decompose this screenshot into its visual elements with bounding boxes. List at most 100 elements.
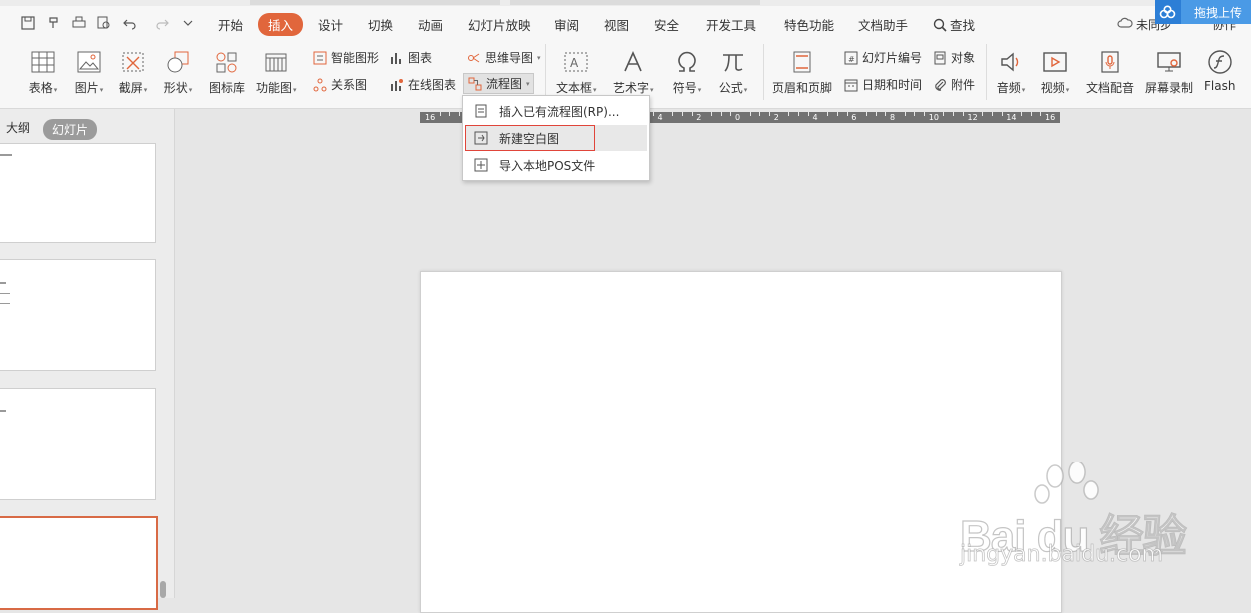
- doc-voice-tool[interactable]: 文档配音: [1086, 47, 1134, 96]
- redo-icon[interactable]: [153, 14, 171, 32]
- ruler-tick: [875, 112, 877, 116]
- search-button[interactable]: 查找: [933, 15, 975, 34]
- highlight-box: [465, 125, 595, 151]
- cloud-upload-icon: [1155, 0, 1181, 24]
- menu-animation[interactable]: 动画: [418, 15, 443, 34]
- tab-slides[interactable]: 幻灯片: [43, 119, 98, 140]
- save-icon[interactable]: [19, 14, 37, 32]
- ruler-tick: [865, 112, 867, 116]
- function-chart-icon: [261, 47, 291, 77]
- ruler-tick: [720, 112, 722, 116]
- print-preview-icon[interactable]: [95, 14, 113, 32]
- tab-outline[interactable]: 大纲: [6, 119, 30, 136]
- menu-item-new-blank[interactable]: 新建空白图: [465, 125, 647, 151]
- symbol-tool[interactable]: 符号▾: [672, 47, 702, 96]
- mind-map-tool[interactable]: 思维导图 ▾: [466, 49, 541, 66]
- upload-button[interactable]: 拖拽上传: [1155, 0, 1251, 24]
- icon-library-icon: [212, 47, 242, 77]
- thumb-text-line: [0, 293, 10, 294]
- table-icon: [28, 47, 58, 77]
- menu-item-label: 导入本地POS文件: [499, 158, 596, 173]
- ruler-label: 16: [1045, 113, 1056, 122]
- slide-number-tool[interactable]: # 幻灯片编号: [843, 49, 922, 66]
- ruler-tick: [439, 112, 441, 116]
- screenshot-dropdown-icon: ▾: [143, 86, 148, 94]
- picture-icon: [74, 47, 104, 77]
- menu-insert[interactable]: 插入: [258, 13, 304, 36]
- icon-library-label: 图标库: [209, 81, 246, 95]
- art-text-tool[interactable]: 艺术字▾: [613, 47, 654, 96]
- ruler-tick: [953, 112, 955, 116]
- undo-icon[interactable]: [121, 14, 139, 32]
- header-footer-tool[interactable]: 页眉和页脚: [772, 47, 832, 96]
- screenshot-tool[interactable]: 截屏▾: [118, 47, 148, 96]
- audio-label: 音频: [996, 81, 1021, 95]
- thumb-text-line: [0, 410, 6, 412]
- online-chart-tool[interactable]: 在线图表: [389, 76, 456, 93]
- ruler-label: 8: [890, 113, 896, 122]
- menu-bar: 开始 插入 设计 切换 动画 幻灯片放映 审阅 视图 安全 开发工具 特色功能 …: [0, 6, 1251, 40]
- art-text-dropdown-icon: ▾: [650, 86, 654, 94]
- video-tool[interactable]: 视频▾: [1040, 47, 1070, 96]
- function-chart-tool[interactable]: 功能图▾: [256, 47, 297, 96]
- smart-shape-icon: [312, 50, 328, 66]
- menu-doc-assistant[interactable]: 文档助手: [858, 15, 908, 34]
- date-time-tool[interactable]: 日期和时间: [843, 76, 922, 93]
- screen-record-tool[interactable]: 屏幕录制: [1145, 47, 1193, 96]
- object-icon: [932, 50, 948, 66]
- menu-slideshow[interactable]: 幻灯片放映: [468, 15, 531, 34]
- thumb-text-line: [0, 303, 10, 304]
- object-label: 对象: [951, 51, 976, 65]
- slide-thumbnail[interactable]: [0, 143, 156, 243]
- formula-tool[interactable]: 公式▾: [718, 47, 748, 96]
- online-chart-label: 在线图表: [408, 78, 457, 92]
- ruler-label: 4: [657, 113, 663, 122]
- flowchart-dropdown-menu: 插入已有流程图(RP)... 新建空白图 导入本地POS文件: [462, 95, 650, 181]
- flowchart-tool[interactable]: 流程图 ▾: [463, 73, 534, 94]
- slide-thumbnail-selected[interactable]: [0, 516, 158, 610]
- audio-tool[interactable]: 音频▾: [996, 47, 1026, 96]
- customize-dropdown-icon[interactable]: [179, 14, 197, 32]
- ruler-tick: [652, 112, 654, 116]
- slide-thumbnail[interactable]: [0, 388, 156, 500]
- ribbon: 开始 插入 设计 切换 动画 幻灯片放映 审阅 视图 安全 开发工具 特色功能 …: [0, 6, 1251, 109]
- object-tool[interactable]: 对象: [932, 49, 975, 66]
- flowchart-dropdown-icon[interactable]: ▾: [526, 80, 530, 88]
- calendar-icon: [843, 77, 859, 93]
- header-footer-icon: [787, 47, 817, 77]
- icon-library-tool[interactable]: 图标库: [209, 47, 245, 96]
- bar-chart-icon: [389, 50, 405, 66]
- menu-design[interactable]: 设计: [318, 15, 343, 34]
- menu-review[interactable]: 审阅: [554, 15, 579, 34]
- ruler-tick: [749, 112, 751, 116]
- print-icon[interactable]: [70, 14, 88, 32]
- table-label: 表格: [28, 81, 53, 95]
- format-painter-icon[interactable]: [45, 14, 63, 32]
- relation-chart-tool[interactable]: 关系图: [312, 76, 367, 93]
- ruler-tick: [1020, 112, 1022, 116]
- textbox-tool[interactable]: A 文本框▾: [556, 47, 597, 96]
- menu-security[interactable]: 安全: [654, 15, 679, 34]
- window-tab-hint: [250, 0, 500, 5]
- menu-developer[interactable]: 开发工具: [706, 15, 756, 34]
- attachment-tool[interactable]: 附件: [932, 76, 975, 93]
- flash-tool[interactable]: Flash: [1204, 47, 1235, 93]
- menu-view[interactable]: 视图: [604, 15, 629, 34]
- chart-label: 图表: [408, 51, 433, 65]
- menu-item-import-pos[interactable]: 导入本地POS文件: [465, 152, 647, 178]
- smart-shape-tool[interactable]: 智能图形: [312, 49, 379, 66]
- mind-map-icon: [466, 50, 482, 66]
- menu-start[interactable]: 开始: [218, 15, 243, 34]
- scrollbar-thumb[interactable]: [160, 581, 166, 598]
- menu-special[interactable]: 特色功能: [784, 15, 834, 34]
- table-tool[interactable]: 表格▾: [28, 47, 58, 96]
- menu-transition[interactable]: 切换: [368, 15, 393, 34]
- shape-tool[interactable]: 形状▾: [163, 47, 193, 96]
- picture-tool[interactable]: 图片▾: [74, 47, 104, 96]
- chart-tool[interactable]: 图表: [389, 49, 432, 66]
- menu-item-insert-existing[interactable]: 插入已有流程图(RP)...: [465, 98, 647, 124]
- divider: [986, 44, 987, 100]
- slide-thumbnail[interactable]: [0, 259, 156, 371]
- online-chart-icon: [389, 77, 405, 93]
- ruler-tick: [943, 112, 945, 116]
